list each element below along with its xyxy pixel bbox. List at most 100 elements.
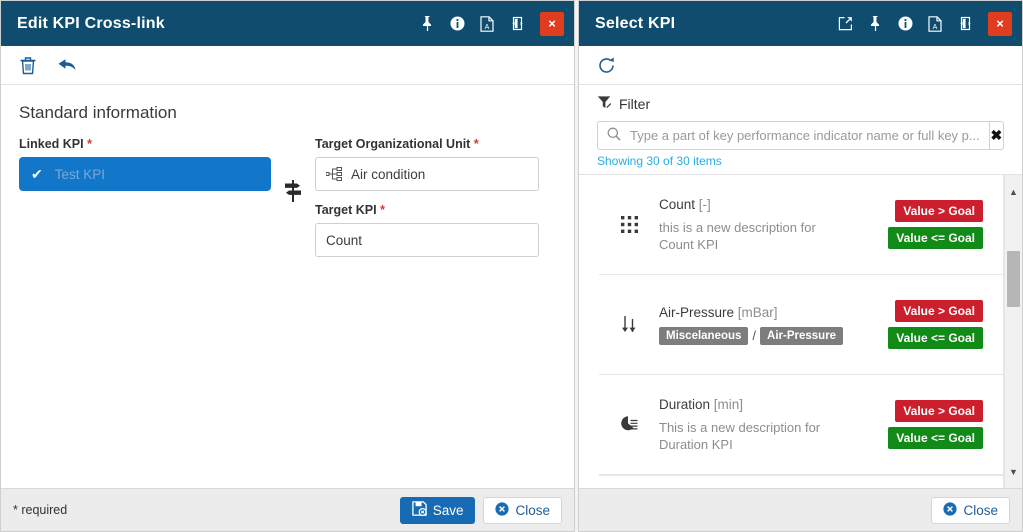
linked-kpi-label-text: Linked KPI (19, 137, 84, 151)
close-button[interactable]: Close (483, 496, 562, 524)
right-toolbar (579, 46, 1022, 85)
open-external-icon[interactable] (834, 1, 856, 46)
target-kpi-field[interactable]: Count (315, 223, 539, 257)
filter-heading: Filter (597, 95, 1004, 113)
list-item-badges: Value > Goal Value <= Goal (867, 200, 997, 249)
right-titlebar-icons: A × (830, 1, 1022, 46)
target-column: Target Organizational Unit * Air conditi… (315, 137, 539, 257)
scrollbar-thumb[interactable] (1007, 251, 1020, 307)
delete-icon[interactable] (19, 56, 37, 75)
close-icon[interactable]: × (540, 11, 564, 36)
status-badge-over: Value > Goal (895, 200, 983, 222)
showing-count: Showing 30 of 30 items (597, 154, 722, 168)
target-kpi-value: Count (326, 232, 363, 248)
clear-search-button[interactable]: ✖ (988, 121, 1004, 150)
kpi-name: Duration (659, 396, 711, 412)
select-kpi-window: Select KPI A × Filter Type a part of key… (578, 0, 1023, 532)
left-titlebar-icons: A × (412, 1, 574, 46)
filter-zone: Filter Type a part of key performance in… (579, 85, 1022, 168)
kpi-list-wrapper: Count [-] this is a new description for … (579, 174, 1022, 488)
target-kpi-label: Target KPI * (315, 203, 539, 217)
kpi-description: This is a new description for Duration K… (659, 419, 821, 452)
left-footer: * required Save Close (1, 488, 574, 531)
close-button-label: Close (515, 502, 550, 518)
org-hierarchy-icon (326, 167, 342, 181)
kpi-path-tags: Miscelaneous / Air-Pressure (659, 326, 849, 345)
right-window-title: Select KPI (595, 14, 676, 32)
kpi-name: Air-Pressure (659, 304, 735, 320)
close-button-label: Close (963, 502, 998, 518)
sort-arrows-icon (599, 315, 659, 335)
list-item-title: Count [-] (659, 197, 859, 212)
list-item-body: Count [-] this is a new description for … (659, 197, 867, 253)
link-indicator (271, 137, 315, 206)
status-badge-under: Value <= Goal (888, 327, 983, 349)
pin-icon[interactable] (864, 1, 886, 46)
status-badge-under: Value <= Goal (888, 227, 983, 249)
save-button-label: Save (432, 502, 464, 518)
info-icon[interactable] (446, 1, 468, 46)
required-marker: * (473, 137, 479, 151)
refresh-icon[interactable] (597, 56, 616, 75)
undo-icon[interactable] (57, 56, 77, 74)
list-item-title: Duration [min] (659, 397, 859, 412)
linked-kpi-label: Linked KPI * (19, 137, 271, 151)
kpi-list: Count [-] this is a new description for … (579, 175, 1004, 488)
linked-kpi-chip[interactable]: ✔ Test KPI (19, 157, 271, 191)
close-icon[interactable]: × (988, 11, 1012, 36)
save-button[interactable]: Save (399, 496, 476, 524)
grid-dots-icon (599, 215, 659, 234)
right-titlebar: Select KPI A × (579, 1, 1022, 46)
right-footer: Close (579, 488, 1022, 531)
kpi-list-inner: Count [-] this is a new description for … (599, 175, 1003, 488)
scroll-up-arrow[interactable]: ▲ (1005, 183, 1022, 200)
kpi-unit: [min] (713, 396, 744, 412)
kpi-tag: Air-Pressure (760, 326, 844, 345)
kpi-name: Count (659, 196, 696, 212)
svg-text:A: A (485, 24, 490, 31)
target-org-unit-value: Air condition (351, 166, 426, 182)
target-org-unit-label: Target Organizational Unit * (315, 137, 539, 151)
close-circle-icon (495, 501, 515, 519)
scroll-down-arrow[interactable]: ▼ (1005, 463, 1022, 480)
kpi-description: this is a new description for Count KPI (659, 219, 816, 252)
field-gap (315, 191, 539, 203)
screen-root: Edit KPI Cross-link A × Standard informa… (0, 0, 1023, 532)
close-circle-icon (943, 501, 963, 519)
required-marker: * (380, 203, 385, 217)
list-item[interactable]: Duration [min] This is a new description… (599, 375, 1003, 475)
list-scrollbar[interactable]: ▲ ▼ (1004, 175, 1022, 488)
signpost-icon (282, 179, 304, 206)
pdf-icon[interactable]: A (924, 1, 946, 46)
standard-information-form: Standard information Linked KPI * ✔ Test… (1, 85, 574, 488)
flip-icon[interactable] (506, 1, 528, 46)
list-item[interactable]: Count [-] this is a new description for … (599, 175, 1003, 275)
status-badge-over: Value > Goal (895, 300, 983, 322)
svg-text:A: A (933, 24, 938, 31)
pin-icon[interactable] (416, 1, 438, 46)
linked-kpi-column: Linked KPI * ✔ Test KPI (19, 137, 271, 191)
list-item-title: Air-Pressure [mBar] (659, 305, 859, 320)
close-button[interactable]: Close (931, 496, 1010, 524)
search-input[interactable]: Type a part of key performance indicator… (597, 121, 989, 150)
list-item-badges: Value > Goal Value <= Goal (867, 400, 997, 449)
list-item-body: Air-Pressure [mBar] Miscelaneous / Air-P… (659, 305, 867, 345)
pdf-icon[interactable]: A (476, 1, 498, 46)
list-item-body: Duration [min] This is a new description… (659, 397, 867, 453)
list-item[interactable] (599, 475, 1003, 488)
info-icon[interactable] (894, 1, 916, 46)
target-kpi-label-text: Target KPI (315, 203, 377, 217)
filter-label: Filter (619, 96, 651, 112)
target-org-unit-field[interactable]: Air condition (315, 157, 539, 191)
list-item-badges: Value > Goal Value <= Goal (867, 300, 997, 349)
search-icon (607, 127, 621, 144)
list-item[interactable]: Air-Pressure [mBar] Miscelaneous / Air-P… (599, 275, 1003, 375)
tag-separator: / (752, 328, 757, 343)
section-title: Standard information (19, 103, 177, 122)
left-titlebar: Edit KPI Cross-link A × (1, 1, 574, 46)
status-badge-under: Value <= Goal (888, 427, 983, 449)
linked-kpi-value: Test KPI (54, 166, 106, 182)
kpi-unit: [mBar] (737, 304, 778, 320)
form-fields: Linked KPI * ✔ Test KPI Target Organizat… (19, 137, 554, 257)
flip-icon[interactable] (954, 1, 976, 46)
